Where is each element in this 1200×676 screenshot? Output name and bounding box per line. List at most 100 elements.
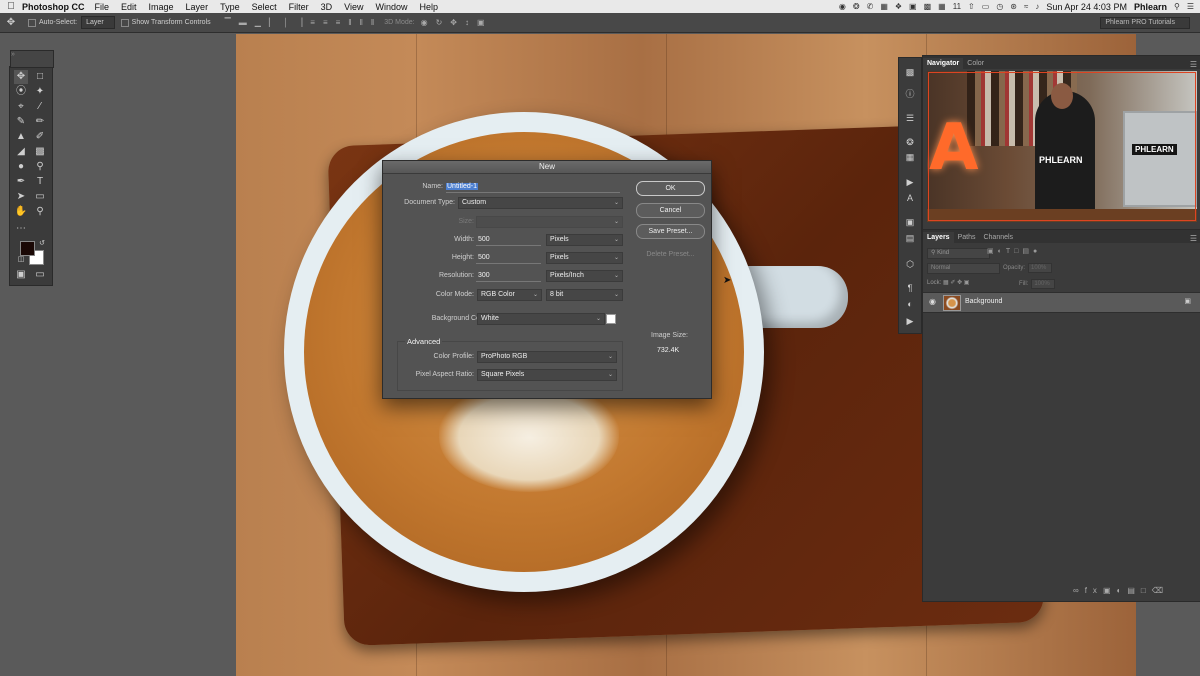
visibility-eye-icon[interactable]: ◉ — [929, 297, 936, 306]
notes-icon[interactable]: ▤ — [903, 232, 917, 244]
navigator-preview[interactable]: A PHLEARN PHLEARN — [927, 71, 1197, 222]
app-menu[interactable]: Photoshop CC — [22, 2, 85, 12]
width-unit-select[interactable]: Pixels ⌄ — [546, 234, 623, 246]
brush-presets-icon[interactable]: ❂ — [903, 136, 917, 148]
link-layers-icon[interactable]: ∞ — [1073, 586, 1085, 595]
3d-icon[interactable]: ⬡ — [903, 258, 917, 270]
resolution-unit-select[interactable]: Pixels/Inch ⌄ — [546, 270, 623, 282]
lock-transparent-icon[interactable]: ▦ — [943, 280, 949, 286]
volume-icon[interactable]: ♪ — [1035, 2, 1039, 11]
search-icon[interactable]: ⚲ — [1174, 2, 1180, 11]
timemachine-icon[interactable]: ◷ — [996, 2, 1003, 11]
bg-contents-select[interactable]: White ⌄ — [477, 313, 605, 325]
slide-3d-icon[interactable]: ↕ — [465, 18, 469, 27]
blend-mode-select[interactable]: Normal — [927, 263, 1000, 274]
kind-filter-select[interactable]: ⚲ Kind — [927, 248, 990, 259]
path-select-icon[interactable]: ➤ — [14, 190, 28, 204]
move-tool-icon[interactable]: ✥ — [0, 17, 22, 28]
menu-file[interactable]: File — [95, 2, 110, 12]
paragraph-icon[interactable]: ¶ — [903, 282, 917, 294]
ok-button[interactable]: OK — [636, 181, 705, 196]
save-preset-button[interactable]: Save Preset... — [636, 224, 705, 239]
eraser-tool-icon[interactable]: ◢ — [14, 145, 28, 159]
type-tool-icon[interactable]: T — [33, 175, 47, 189]
marquee-tool-icon[interactable]: □ — [33, 70, 47, 84]
color-mode-select[interactable]: RGB Color ⌄ — [477, 289, 542, 301]
bit-depth-select[interactable]: 8 bit ⌄ — [546, 289, 623, 301]
hand-tool-icon[interactable]: ✋ — [14, 205, 28, 219]
styles-icon[interactable]: ◐ — [903, 298, 917, 310]
distribute-top-icon[interactable]: ≡ — [310, 18, 315, 27]
screen-mode-icon[interactable]: ▭ — [33, 268, 47, 282]
distribute-bottom-icon[interactable]: ≡ — [336, 18, 341, 27]
history-brush-icon[interactable]: ✐ — [33, 130, 47, 144]
menu-edit[interactable]: Edit — [121, 2, 137, 12]
gradient-tool-icon[interactable]: ▩ — [33, 145, 47, 159]
drag-3d-icon[interactable]: ✥ — [450, 18, 457, 27]
adjustment-layer-icon[interactable]: ◐ — [1117, 586, 1128, 595]
info-icon[interactable]: ⓘ — [903, 88, 917, 100]
lock-icon[interactable]: ▣ — [1184, 297, 1191, 305]
fx-icon[interactable]: fx — [1085, 586, 1103, 595]
default-colors-icon[interactable]: ◫ — [14, 253, 28, 267]
clock[interactable]: Sun Apr 24 4:03 PM — [1046, 2, 1127, 12]
add-mask-icon[interactable]: ▣ — [1103, 586, 1117, 595]
cancel-button[interactable]: Cancel — [636, 203, 705, 218]
scale-3d-icon[interactable]: ▣ — [477, 18, 485, 27]
tab-layers[interactable]: Layers — [923, 232, 954, 243]
transform-checkbox[interactable] — [120, 18, 129, 27]
bluetooth-icon[interactable]: ⊛ — [1010, 2, 1017, 11]
distribute-left-icon[interactable]: ‖ — [348, 18, 351, 27]
layer-row[interactable]: ◉ Background ▣ — [923, 292, 1200, 313]
clone-source-icon[interactable]: ▦ — [903, 151, 917, 163]
list-icon[interactable]: ☰ — [1187, 2, 1194, 11]
panel-menu-icon[interactable]: ☰ — [1190, 234, 1197, 243]
healing-brush-icon[interactable]: ✎ — [14, 115, 28, 129]
compass-icon[interactable]: ❂ — [853, 2, 860, 11]
width-input[interactable]: 500 — [478, 236, 490, 243]
distribute-middle-icon[interactable]: ≡ — [323, 18, 328, 27]
actions-icon[interactable]: ▶ — [903, 176, 917, 188]
messages-icon[interactable]: ▩ — [924, 2, 932, 11]
menu-filter[interactable]: Filter — [289, 2, 309, 12]
calendar-icon[interactable]: ▦ — [938, 2, 946, 11]
advanced-toggle[interactable]: Advanced — [405, 337, 443, 346]
menu-type[interactable]: Type — [220, 2, 240, 12]
lasso-tool-icon[interactable]: ⦿ — [14, 85, 28, 99]
align-right-icon[interactable]: ▕ — [296, 18, 302, 27]
roll-3d-icon[interactable]: ↻ — [436, 18, 443, 27]
pen-tool-icon[interactable]: ✒ — [14, 175, 28, 189]
panel-menu-icon[interactable]: ☰ — [1190, 60, 1197, 69]
brush-tool-icon[interactable]: ✏ — [33, 115, 47, 129]
upload-icon[interactable]: ⇧ — [968, 2, 975, 11]
fill-input[interactable]: 100% — [1031, 279, 1056, 289]
zoom-tool-icon[interactable]: ⚲ — [33, 205, 47, 219]
eyedropper-icon[interactable]: ⁄ — [33, 100, 47, 114]
align-left-icon[interactable]: ▏ — [269, 18, 275, 27]
swap-colors-icon[interactable]: ↺ — [35, 237, 49, 251]
adjustments-icon[interactable]: ☰ — [903, 112, 917, 124]
trash-icon[interactable]: ⌫ — [1152, 586, 1169, 595]
more-tools-icon[interactable]: ⋯ — [14, 222, 28, 236]
distribute-center-icon[interactable]: ‖ — [360, 18, 363, 27]
auto-select-dropdown[interactable]: Layer — [81, 16, 115, 29]
record-icon[interactable]: ◉ — [839, 2, 846, 11]
rectangle-tool-icon[interactable]: ▭ — [33, 190, 47, 204]
tab-channels[interactable]: Channels — [979, 232, 1017, 243]
dropbox-icon[interactable]: ❖ — [895, 2, 902, 11]
tools-panel-grip[interactable]: » — [10, 50, 54, 68]
user-menu[interactable]: Phlearn — [1134, 2, 1167, 12]
name-input[interactable]: Untitled-1 — [446, 183, 478, 190]
character-icon[interactable]: A — [903, 192, 917, 204]
layer-name[interactable]: Background — [965, 298, 1002, 305]
menu-select[interactable]: Select — [252, 2, 277, 12]
align-center-icon[interactable]: │ — [283, 18, 288, 27]
resolution-input[interactable]: 300 — [478, 272, 490, 279]
smart-filter-icon[interactable]: ▤ — [1022, 248, 1033, 255]
clone-stamp-icon[interactable]: ▲ — [14, 130, 28, 144]
lock-pixels-icon[interactable]: ✐ — [950, 280, 955, 286]
move-tool-icon[interactable]: ✥ — [14, 70, 28, 84]
menu-3d[interactable]: 3D — [321, 2, 333, 12]
height-unit-select[interactable]: Pixels ⌄ — [546, 252, 623, 264]
adjustment-filter-icon[interactable]: ◐ — [998, 248, 1006, 255]
